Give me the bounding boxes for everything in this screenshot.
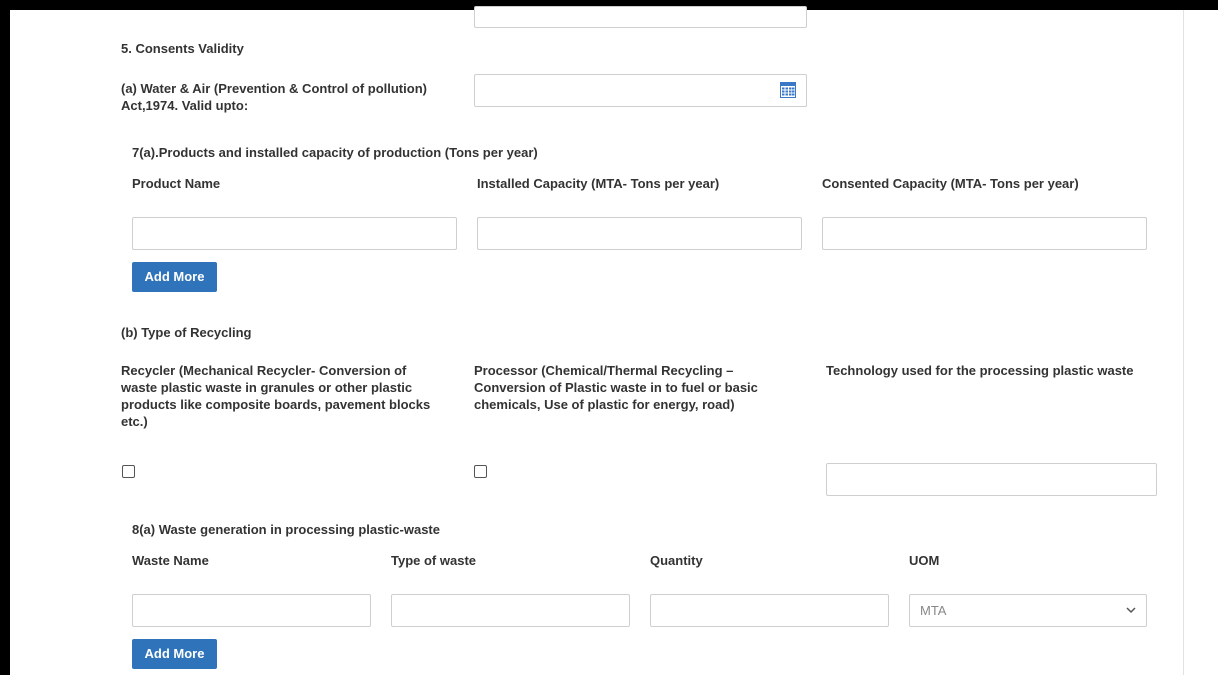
waste-name-input[interactable] bbox=[132, 594, 371, 627]
recycler-label-line3: products like composite boards, pavement… bbox=[121, 397, 431, 412]
processor-label-line3: chemicals, Use of plastic for energy, ro… bbox=[474, 397, 735, 412]
valid-upto-date-input[interactable] bbox=[474, 74, 807, 107]
type-of-waste-input[interactable] bbox=[391, 594, 630, 627]
add-more-products-button[interactable]: Add More bbox=[132, 262, 217, 292]
window-frame-left bbox=[0, 0, 10, 675]
technology-input[interactable] bbox=[826, 463, 1157, 496]
waste-heading: 8(a) Waste generation in processing plas… bbox=[132, 522, 440, 537]
content-border bbox=[1183, 10, 1184, 675]
installed-capacity-input[interactable] bbox=[477, 217, 802, 250]
processor-label-line1: Processor (Chemical/Thermal Recycling – bbox=[474, 363, 734, 378]
quantity-input[interactable] bbox=[650, 594, 889, 627]
recycler-checkbox[interactable] bbox=[122, 465, 135, 478]
processor-checkbox[interactable] bbox=[474, 465, 487, 478]
type-of-waste-header: Type of waste bbox=[391, 553, 477, 568]
recycler-label-line4: etc.) bbox=[121, 414, 148, 429]
waste-name-header: Waste Name bbox=[132, 553, 209, 568]
processor-label-line2: Conversion of Plastic waste in to fuel o… bbox=[474, 380, 758, 395]
quantity-header: Quantity bbox=[650, 553, 703, 568]
chevron-down-icon bbox=[1126, 607, 1136, 614]
consented-capacity-input[interactable] bbox=[822, 217, 1147, 250]
product-name-header: Product Name bbox=[132, 176, 221, 191]
product-name-input[interactable] bbox=[132, 217, 457, 250]
uom-select[interactable]: MTA bbox=[909, 594, 1147, 627]
water-air-label-line1: (a) Water & Air (Prevention & Control of… bbox=[121, 81, 427, 96]
installed-capacity-header: Installed Capacity (MTA- Tons per year) bbox=[477, 176, 720, 191]
uom-selected-value: MTA bbox=[920, 603, 947, 618]
previous-field-input[interactable] bbox=[474, 6, 807, 28]
recycler-label-line2: waste plastic waste in granules or other… bbox=[121, 380, 413, 395]
recycling-heading: (b) Type of Recycling bbox=[121, 325, 252, 340]
consented-capacity-header: Consented Capacity (MTA- Tons per year) bbox=[822, 176, 1079, 191]
technology-label: Technology used for the processing plast… bbox=[826, 363, 1134, 378]
add-more-waste-button[interactable]: Add More bbox=[132, 639, 217, 669]
recycler-label-line1: Recycler (Mechanical Recycler- Conversio… bbox=[121, 363, 407, 378]
calendar-icon[interactable] bbox=[780, 82, 796, 98]
water-air-label-line2: Act,1974. Valid upto: bbox=[121, 98, 249, 113]
uom-header: UOM bbox=[909, 553, 940, 568]
products-heading: 7(a).Products and installed capacity of … bbox=[132, 145, 538, 160]
consents-heading: 5. Consents Validity bbox=[121, 41, 244, 56]
